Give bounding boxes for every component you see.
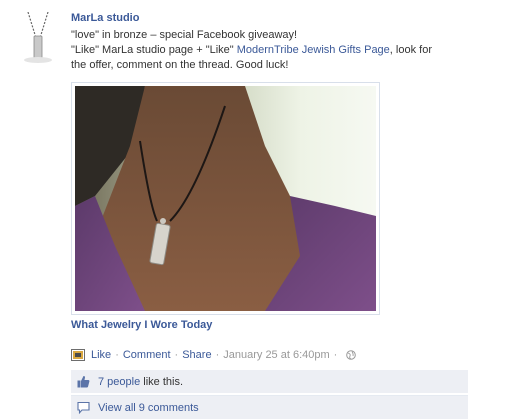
post-line-2: "Like" MarLa studio page + "Like" Modern…: [71, 43, 511, 58]
action-separator: ·: [115, 349, 119, 361]
post-author-link[interactable]: MarLa studio: [71, 12, 511, 24]
action-separator: ·: [215, 349, 220, 361]
moderntribe-page-link[interactable]: ModernTribe Jewish Gifts Page: [237, 44, 390, 56]
necklace-photo-image: [75, 86, 376, 311]
comment-action-link[interactable]: Comment: [123, 349, 171, 361]
post-action-bar: Like · Comment · Share · January 25 at 6…: [71, 348, 357, 362]
likes-text: 7 people like this.: [98, 376, 183, 388]
share-action-link[interactable]: Share: [182, 349, 211, 361]
post-line-2-suffix: , look for: [389, 44, 432, 56]
author-avatar[interactable]: [16, 11, 60, 64]
thumbs-up-icon: [77, 375, 90, 388]
app-icon[interactable]: [71, 349, 85, 361]
post-photo[interactable]: [71, 82, 380, 315]
post-timestamp[interactable]: January 25 at 6:40pm: [223, 349, 329, 361]
view-comments-row[interactable]: View all 9 comments: [71, 395, 468, 419]
photo-caption-link[interactable]: What Jewelry I Wore Today: [71, 319, 212, 331]
view-all-comments-link[interactable]: View all 9 comments: [98, 402, 199, 414]
like-action-link[interactable]: Like: [91, 349, 111, 361]
action-separator: ·: [333, 349, 338, 361]
like-people-link[interactable]: 7 people: [98, 376, 140, 388]
likes-suffix: like this.: [140, 375, 184, 388]
likes-row: 7 people like this.: [71, 370, 468, 393]
post-message: "love" in bronze – special Facebook give…: [71, 28, 511, 73]
post-line-1: "love" in bronze – special Facebook give…: [71, 29, 298, 41]
globe-icon[interactable]: [346, 350, 357, 360]
action-separator: ·: [174, 349, 179, 361]
post-body: MarLa studio "love" in bronze – special …: [71, 12, 511, 73]
post-line-3: the offer, comment on the thread. Good l…: [71, 59, 289, 71]
comment-bubble-icon: [77, 401, 90, 414]
post-line-2-prefix: "Like" MarLa studio page + "Like": [71, 44, 237, 56]
pendant-avatar-icon: [24, 11, 52, 63]
